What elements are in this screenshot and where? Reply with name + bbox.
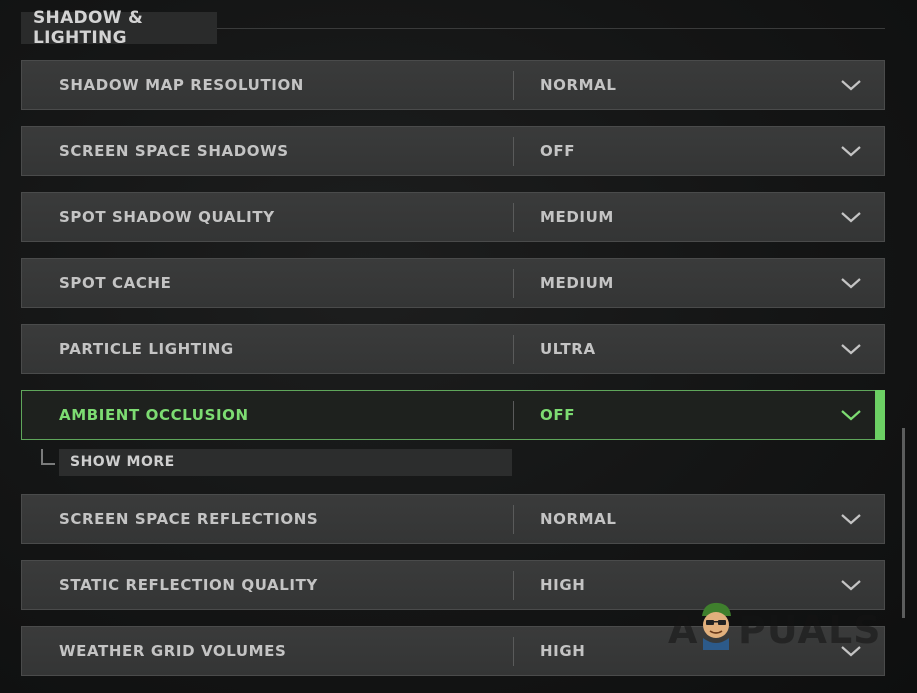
setting-value: HIGH (540, 576, 586, 594)
setting-label: PARTICLE LIGHTING (59, 340, 234, 358)
row-divider (513, 335, 514, 364)
watermark-logo: A PUALS (668, 596, 883, 656)
setting-value: NORMAL (540, 510, 617, 528)
setting-row-shadow-map-resolution[interactable]: SHADOW MAP RESOLUTION NORMAL (21, 60, 885, 110)
setting-label: SCREEN SPACE SHADOWS (59, 142, 289, 160)
setting-label: STATIC REFLECTION QUALITY (59, 576, 318, 594)
row-divider (513, 71, 514, 100)
setting-label: SPOT SHADOW QUALITY (59, 208, 275, 226)
header-divider (217, 28, 885, 29)
setting-value: NORMAL (540, 76, 617, 94)
setting-label: SPOT CACHE (59, 274, 172, 292)
mascot-icon (702, 602, 731, 650)
chevron-down-icon[interactable] (840, 144, 862, 158)
setting-row-particle-lighting[interactable]: PARTICLE LIGHTING ULTRA (21, 324, 885, 374)
setting-row-ambient-occlusion[interactable]: AMBIENT OCCLUSION OFF (21, 390, 885, 440)
setting-row-screen-space-shadows[interactable]: SCREEN SPACE SHADOWS OFF (21, 126, 885, 176)
chevron-down-icon[interactable] (840, 408, 862, 422)
row-divider (513, 269, 514, 298)
setting-value: OFF (540, 406, 576, 424)
row-divider (513, 203, 514, 232)
setting-value: MEDIUM (540, 274, 614, 292)
chevron-down-icon[interactable] (840, 578, 862, 592)
tree-connector-icon (41, 449, 55, 465)
show-more-button[interactable]: SHOW MORE (59, 449, 512, 476)
chevron-down-icon[interactable] (840, 512, 862, 526)
scrollbar-thumb[interactable] (902, 428, 905, 618)
row-divider (513, 137, 514, 166)
chevron-down-icon[interactable] (840, 78, 862, 92)
setting-row-screen-space-reflections[interactable]: SCREEN SPACE REFLECTIONS NORMAL (21, 494, 885, 544)
setting-row-spot-shadow-quality[interactable]: SPOT SHADOW QUALITY MEDIUM (21, 192, 885, 242)
setting-value: HIGH (540, 642, 586, 660)
row-divider (513, 571, 514, 600)
section-title: SHADOW & LIGHTING (33, 8, 144, 48)
row-divider (513, 505, 514, 534)
setting-value: ULTRA (540, 340, 596, 358)
setting-value: MEDIUM (540, 208, 614, 226)
chevron-down-icon[interactable] (840, 210, 862, 224)
chevron-down-icon[interactable] (840, 276, 862, 290)
setting-row-spot-cache[interactable]: SPOT CACHE MEDIUM (21, 258, 885, 308)
setting-value: OFF (540, 142, 576, 160)
setting-label: AMBIENT OCCLUSION (59, 406, 249, 424)
active-indicator-bar (875, 390, 885, 440)
row-divider (513, 401, 514, 430)
setting-label: SCREEN SPACE REFLECTIONS (59, 510, 319, 528)
chevron-down-icon[interactable] (840, 342, 862, 356)
setting-label: WEATHER GRID VOLUMES (59, 642, 287, 660)
section-header: SHADOW & LIGHTING (21, 8, 217, 48)
setting-label: SHADOW MAP RESOLUTION (59, 76, 304, 94)
watermark-suffix: PUALS (738, 608, 882, 652)
row-divider (513, 637, 514, 666)
